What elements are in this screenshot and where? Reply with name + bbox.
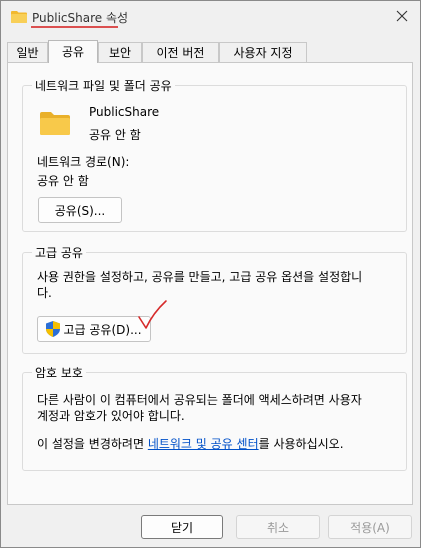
folder-share-status: 공유 안 함 xyxy=(89,128,141,142)
change-settings-text: 이 설정을 변경하려면 네트워크 및 공유 센터를 사용하십시오. xyxy=(37,435,344,452)
password-protection-line2: 계정과 암호가 있어야 합니다. xyxy=(37,409,185,423)
network-sharing-center-link[interactable]: 네트워크 및 공유 센터 xyxy=(148,437,259,451)
shared-folder-icon xyxy=(40,112,70,135)
tab-sharing[interactable]: 공유 xyxy=(48,40,98,63)
window-title: PublicShare 속성 xyxy=(32,11,129,25)
password-protection-group: 암호 보호 다른 사람이 이 컴퓨터에서 공유되는 폴더에 액세스하려면 사용자… xyxy=(22,364,407,471)
network-sharing-group: 네트워크 파일 및 폴더 공유 PublicShare 공유 안 함 네트워크 … xyxy=(22,77,407,232)
folder-name: PublicShare xyxy=(89,105,160,119)
title-underline-annotation xyxy=(31,26,118,28)
folder-icon xyxy=(11,11,27,23)
change-settings-suffix: 를 사용하십시오. xyxy=(258,437,344,451)
network-sharing-title: 네트워크 파일 및 폴더 공유 xyxy=(32,77,175,94)
checkmark-annotation-icon xyxy=(138,300,167,329)
sharing-panel: 네트워크 파일 및 폴더 공유 PublicShare 공유 안 함 네트워크 … xyxy=(7,62,413,505)
tab-general[interactable]: 일반 xyxy=(7,42,48,62)
tab-security[interactable]: 보안 xyxy=(98,42,142,62)
tab-previous-versions[interactable]: 이전 버전 xyxy=(142,42,219,62)
share-button[interactable]: 공유(S)... xyxy=(38,197,122,223)
advanced-sharing-description-line2: 다. xyxy=(37,286,52,300)
change-settings-prefix: 이 설정을 변경하려면 xyxy=(37,437,148,451)
network-path-label: 네트워크 경로(N): xyxy=(37,155,130,169)
password-protection-title: 암호 보호 xyxy=(32,364,86,381)
close-icon xyxy=(396,10,408,22)
advanced-sharing-button-label: 고급 공유(D)... xyxy=(63,322,142,337)
tab-customize[interactable]: 사용자 지정 xyxy=(219,42,307,62)
tab-strip: 일반 공유 보안 이전 버전 사용자 지정 xyxy=(7,40,413,63)
cancel-button[interactable]: 취소 xyxy=(236,515,320,539)
close-dialog-button[interactable]: 닫기 xyxy=(141,515,223,539)
close-button[interactable] xyxy=(390,5,414,27)
properties-dialog: PublicShare 속성 일반 공유 보안 이전 버전 사용자 지정 네트워… xyxy=(0,0,421,548)
title-bar: PublicShare 속성 xyxy=(1,1,420,33)
advanced-sharing-description-line1: 사용 권한을 설정하고, 공유를 만들고, 고급 공유 옵션을 설정합니 xyxy=(37,270,363,284)
network-path-value: 공유 안 함 xyxy=(37,174,89,188)
apply-button[interactable]: 적용(A) xyxy=(328,515,412,539)
advanced-sharing-title: 고급 공유 xyxy=(32,244,86,261)
uac-shield-icon xyxy=(46,321,61,337)
password-protection-line1: 다른 사람이 이 컴퓨터에서 공유되는 폴더에 액세스하려면 사용자 xyxy=(37,393,362,407)
advanced-sharing-group: 고급 공유 사용 권한을 설정하고, 공유를 만들고, 고급 공유 옵션을 설정… xyxy=(22,244,407,354)
